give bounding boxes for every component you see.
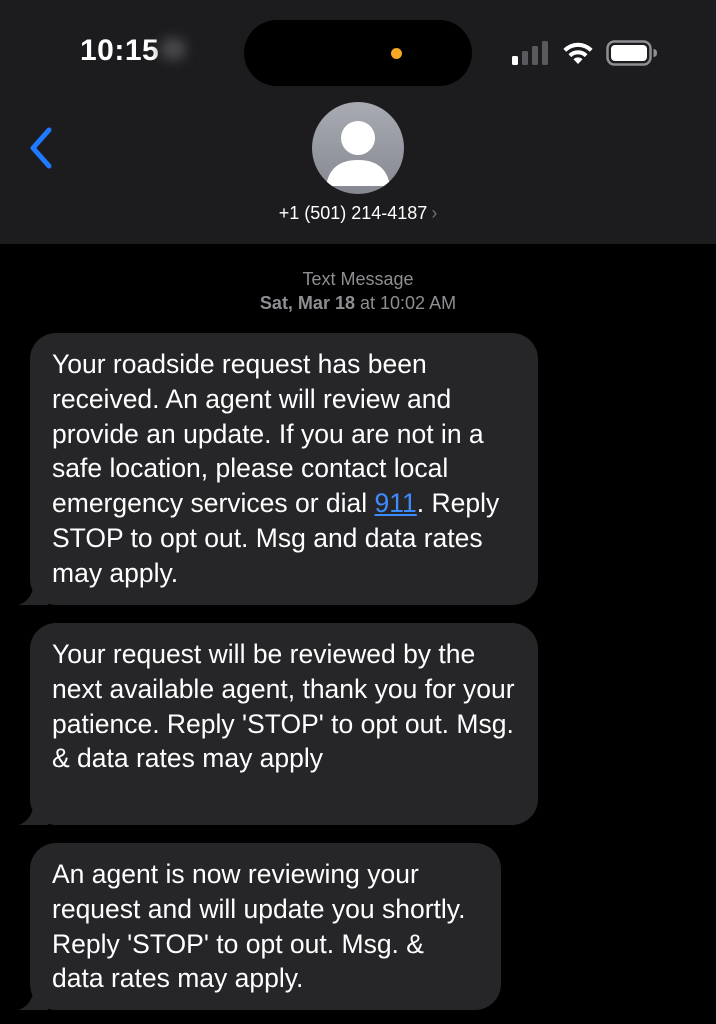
timestamp-at: at — [359, 293, 375, 313]
timestamp-time: 10:02 AM — [380, 293, 457, 313]
battery-icon — [606, 40, 657, 66]
bubble-tail-icon — [18, 583, 48, 605]
message-2-text: Your request will be reviewed by the nex… — [52, 639, 515, 774]
chevron-right-icon: › — [431, 203, 438, 223]
contact-name-button[interactable]: +1 (501) 214-4187 › — [0, 203, 716, 224]
timestamp-date: Sat, Mar 18 — [259, 293, 355, 313]
status-time: 10:15 — [80, 34, 160, 67]
time-indicator-blur — [160, 38, 186, 60]
bubble-tail-icon — [18, 803, 48, 825]
bubble-tail-icon — [18, 988, 48, 1010]
message-bubble-2[interactable]: Your request will be reviewed by the nex… — [18, 623, 538, 825]
service-label: Text Message — [302, 269, 414, 289]
message-timestamp: Sat, Mar 18 at 10:02 AM — [0, 293, 716, 314]
message-bubble-3[interactable]: An agent is now reviewing your request a… — [18, 843, 501, 1010]
message-bubble-1[interactable]: Your roadside request has been received.… — [18, 333, 538, 605]
wifi-icon — [563, 42, 593, 64]
recording-indicator-icon — [391, 48, 402, 59]
dynamic-island — [244, 20, 472, 86]
contact-avatar[interactable] — [312, 102, 404, 194]
person-silhouette-icon — [326, 121, 390, 186]
phone-link-911[interactable]: 911 — [375, 488, 417, 518]
contact-phone-number: +1 (501) 214-4187 — [278, 203, 428, 223]
message-3-text: An agent is now reviewing your request a… — [52, 859, 466, 994]
back-chevron-icon[interactable] — [24, 124, 64, 174]
conversation-header: 10:15 +1 (501) 214-4187 › — [0, 0, 716, 244]
cellular-signal-icon — [512, 41, 548, 65]
